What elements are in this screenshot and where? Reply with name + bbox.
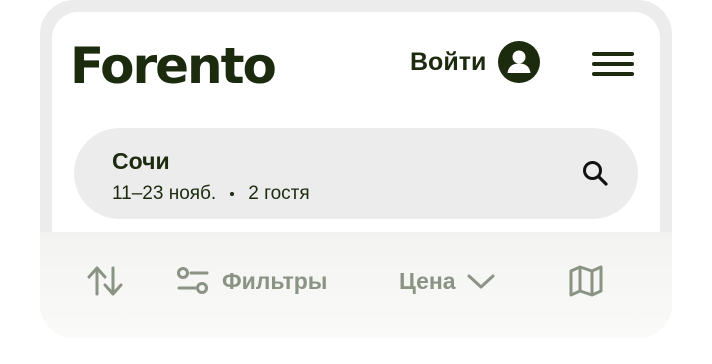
search-dates: 11–23 нояб. [112, 183, 217, 204]
user-icon [498, 41, 541, 83]
search-icon[interactable] [580, 158, 610, 188]
logo[interactable]: Forento [70, 36, 277, 96]
filter-icon [177, 267, 209, 294]
search-city: Сочи [112, 148, 170, 174]
search-guests: 2 гостя [248, 183, 310, 204]
app-frame: Forento Войти Сочи 11–23 нояб. 2 гостя Ф… [40, 0, 672, 338]
login-label: Войти [410, 47, 487, 76]
separator-dot [230, 192, 235, 196]
search-details: 11–23 нояб. 2 гостя [112, 183, 310, 205]
menu-icon[interactable] [592, 52, 636, 78]
login-button[interactable]: Войти [410, 40, 541, 84]
map-icon [569, 265, 603, 297]
search-bar[interactable]: Сочи 11–23 нояб. 2 гостя [74, 128, 638, 219]
header-card: Forento Войти Сочи 11–23 нояб. 2 гостя [52, 12, 660, 244]
sort-button[interactable] [86, 232, 124, 330]
filters-label: Фильтры [222, 267, 328, 294]
filters-button[interactable]: Фильтры [176, 232, 327, 330]
map-button[interactable] [568, 232, 604, 330]
chevron-down-icon [467, 274, 495, 289]
toolbar: Фильтры Цена [40, 232, 672, 338]
price-label: Цена [399, 267, 456, 294]
sort-icon [87, 266, 123, 296]
price-sort-dropdown[interactable]: Цена [399, 232, 496, 330]
